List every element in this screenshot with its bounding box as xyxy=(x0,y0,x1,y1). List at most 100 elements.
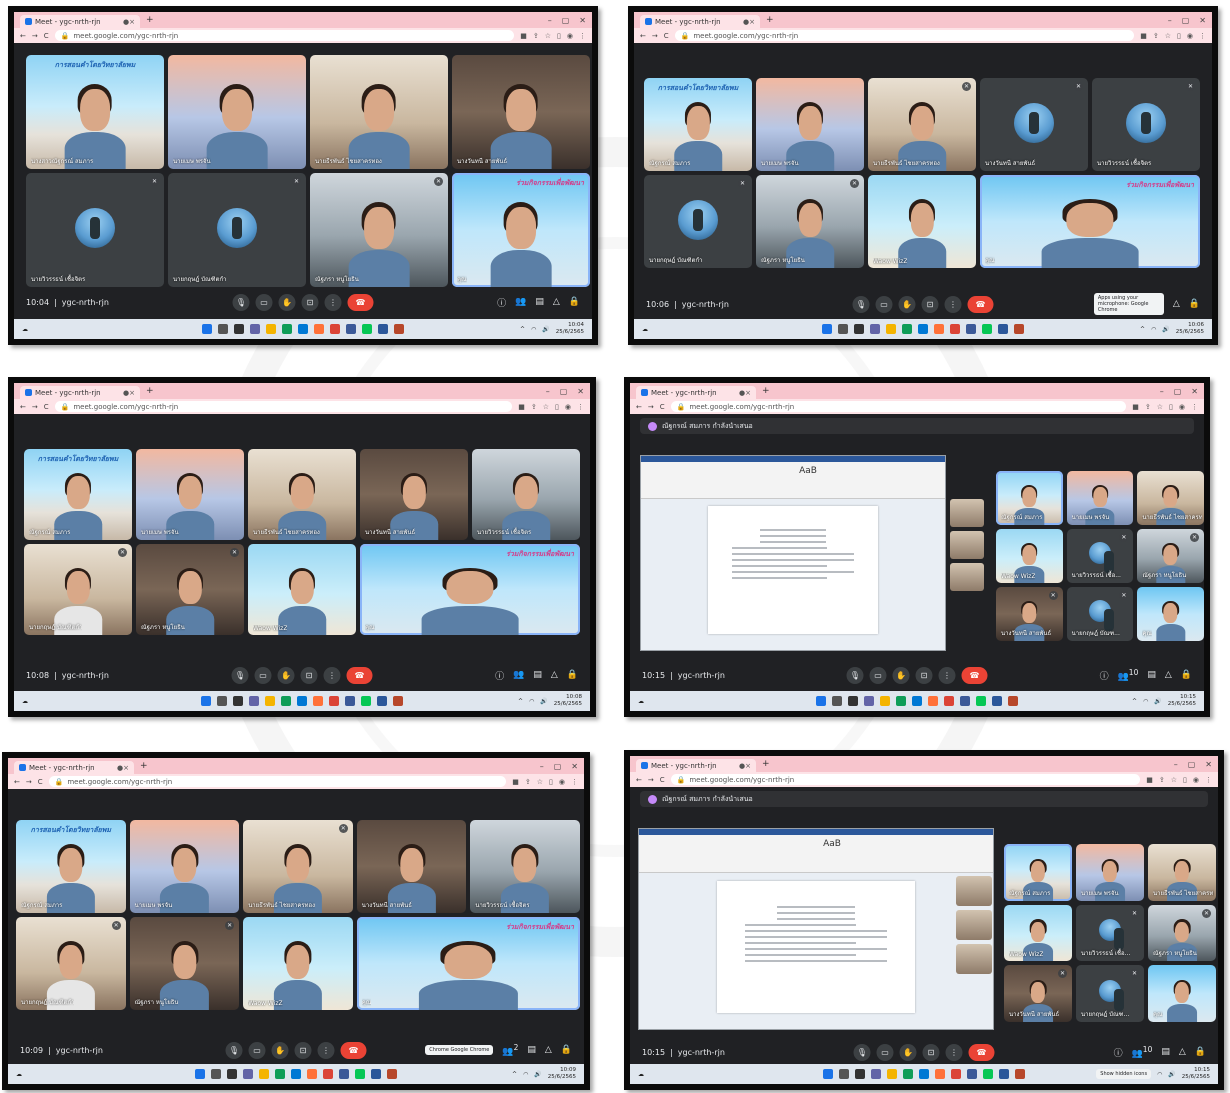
edge-icon[interactable] xyxy=(281,696,291,706)
new-tab-icon[interactable]: + xyxy=(762,759,770,769)
info-icon[interactable]: ⓘ xyxy=(1100,669,1109,682)
people-icon[interactable]: 👥2 xyxy=(502,1043,518,1057)
minimize-icon[interactable]: – xyxy=(1160,387,1164,396)
start-icon[interactable] xyxy=(201,696,211,706)
camera-icon[interactable]: ▭ xyxy=(875,295,893,313)
participant-tile[interactable]: นายธีรพันธ์ ไชยสาครทอง xyxy=(1137,471,1204,525)
host-controls-icon[interactable]: 🔒 xyxy=(561,1045,572,1055)
app-icon[interactable] xyxy=(339,1069,349,1079)
edge-icon[interactable] xyxy=(275,1069,285,1079)
menu-kebab-icon[interactable]: ⋮ xyxy=(1205,776,1212,784)
tab-close-icon[interactable]: ●× xyxy=(123,389,135,397)
store-icon[interactable] xyxy=(918,324,928,334)
more-vert-icon[interactable]: ⋮ xyxy=(323,666,341,684)
close-window-icon[interactable]: ✕ xyxy=(579,16,586,25)
browser-tab[interactable]: Meet - ygc-nrth-rjn ●× xyxy=(636,386,756,399)
microphone-icon[interactable]: 🎙 xyxy=(225,1041,243,1059)
url-field[interactable]: 🔒 meet.google.com/ygc-nrth-rjn xyxy=(670,401,1127,412)
start-icon[interactable] xyxy=(822,324,832,334)
line-icon[interactable] xyxy=(982,324,992,334)
weather-icon[interactable]: ☁ xyxy=(22,698,28,705)
participant-tile[interactable]: นายเมษ พรจัน xyxy=(168,55,306,169)
search-icon[interactable] xyxy=(218,324,228,334)
app-icon[interactable] xyxy=(960,696,970,706)
folder-icon[interactable] xyxy=(259,1069,269,1079)
participant-tile[interactable]: ✕ นายกฤษฎ์ บัณฑ... xyxy=(1066,587,1134,641)
participant-tile[interactable]: ✕ นางวันทนี สายพันธ์ xyxy=(1004,965,1072,1022)
people-icon[interactable]: 👥10 xyxy=(1132,1045,1153,1059)
taskbar-clock[interactable]: 10:06 25/6/2565 xyxy=(1176,322,1204,336)
taskview-icon[interactable] xyxy=(234,324,244,334)
forward-icon[interactable]: → xyxy=(648,403,654,411)
menu-kebab-icon[interactable]: ⋮ xyxy=(1199,32,1206,40)
participant-tile[interactable]: Waow WizZ xyxy=(996,529,1063,583)
participant-tile[interactable]: ✕ ณัฐภรา หนูโยธิน xyxy=(756,175,864,268)
profile-icon[interactable]: ◉ xyxy=(567,32,573,40)
raise-hand-icon[interactable]: ✋ xyxy=(892,666,910,684)
store-icon[interactable] xyxy=(919,1069,929,1079)
start-icon[interactable] xyxy=(823,1069,833,1079)
activities-icon[interactable]: △ xyxy=(1179,1047,1186,1057)
camera-icon[interactable]: ▭ xyxy=(248,1041,266,1059)
url-field[interactable]: 🔒 meet.google.com/ygc-nrth-rjn xyxy=(54,401,513,412)
more-vert-icon[interactable]: ⋮ xyxy=(945,1043,963,1061)
participant-tile[interactable]: ✕ นายธีรพันธ์ ไชยสาครทอง xyxy=(868,78,976,171)
reload-icon[interactable]: C xyxy=(38,778,43,786)
present-screen-icon[interactable]: ⊡ xyxy=(915,666,933,684)
folder-icon[interactable] xyxy=(266,324,276,334)
taskbar-clock[interactable]: 10:04 25/6/2565 xyxy=(556,322,584,336)
participant-tile[interactable]: การสอนคำโดยวิทยาลัยพม ณัฐกรณ์ สมภาร xyxy=(24,449,132,540)
reload-icon[interactable]: C xyxy=(660,403,665,411)
microphone-icon[interactable]: 🎙 xyxy=(231,666,249,684)
volume-icon[interactable]: 🔊 xyxy=(534,1071,541,1078)
tray-chevron-icon[interactable]: ^ xyxy=(520,326,525,333)
bookmark-star-icon[interactable]: ☆ xyxy=(543,403,549,411)
maximize-icon[interactable]: ▢ xyxy=(1174,387,1182,396)
end-call-icon[interactable]: ☎ xyxy=(968,1043,995,1061)
end-call-icon[interactable]: ☎ xyxy=(340,1041,367,1059)
minimize-icon[interactable]: – xyxy=(540,762,544,771)
participant-tile[interactable]: นายธีรพันธ์ ไชยสาครทอง xyxy=(1148,844,1216,901)
info-icon[interactable]: ⓘ xyxy=(497,296,506,309)
chat-icon[interactable]: ▤ xyxy=(1147,670,1156,680)
participant-tile[interactable]: ✕ ณัฐภรา หนูโยธิน xyxy=(129,917,240,1010)
participant-tile[interactable]: นายเมษ พรจัน xyxy=(1066,471,1134,525)
chrome-icon[interactable] xyxy=(329,696,339,706)
host-controls-icon[interactable]: 🔒 xyxy=(1181,670,1192,680)
wifi-icon[interactable]: ◠ xyxy=(523,1071,528,1078)
microphone-icon[interactable]: 🎙 xyxy=(846,666,864,684)
taskview-icon[interactable] xyxy=(848,696,858,706)
teams-icon[interactable] xyxy=(870,324,880,334)
participant-tile[interactable]: ✕ นายกฤษฎ์ บัณฑ... xyxy=(1076,965,1144,1022)
chrome-icon[interactable] xyxy=(330,324,340,334)
folder-icon[interactable] xyxy=(887,1069,897,1079)
participant-tile[interactable]: ✕ นายกฤษฎ์ บัณฑิตกำ xyxy=(168,173,306,287)
chrome-icon[interactable] xyxy=(944,696,954,706)
present-screen-icon[interactable]: ⊡ xyxy=(921,295,939,313)
volume-icon[interactable]: 🔊 xyxy=(540,698,547,705)
participant-tile[interactable]: ✕ นางวันทนี สายพันธ์ xyxy=(980,78,1088,171)
tab-close-icon[interactable]: ●× xyxy=(117,764,129,772)
maximize-icon[interactable]: ▢ xyxy=(560,387,568,396)
taskbar-clock[interactable]: 10:15 25/6/2565 xyxy=(1182,1067,1210,1081)
close-window-icon[interactable]: ✕ xyxy=(1199,16,1206,25)
folder-icon[interactable] xyxy=(886,324,896,334)
edge-icon[interactable] xyxy=(282,324,292,334)
browser-tab[interactable]: Meet - ygc-nrth-rjn ●× xyxy=(14,761,134,774)
people-icon[interactable]: 👥 xyxy=(513,670,524,680)
participant-tile-self[interactable]: ร่วมกิจกรรมเพื่อพัฒนา คุณ xyxy=(980,175,1200,268)
share-icon[interactable]: ⇪ xyxy=(1153,32,1159,40)
edge-icon[interactable] xyxy=(903,1069,913,1079)
search-icon[interactable] xyxy=(211,1069,221,1079)
chrome-icon[interactable] xyxy=(950,324,960,334)
more-vert-icon[interactable]: ⋮ xyxy=(938,666,956,684)
menu-kebab-icon[interactable]: ⋮ xyxy=(1191,403,1198,411)
participant-tile[interactable]: การสอนคำโดยวิทยาลัยพม นางสาวณัฐกรณ์ สมภา… xyxy=(26,55,164,169)
share-icon[interactable]: ⇪ xyxy=(525,778,531,786)
app-icon[interactable] xyxy=(345,696,355,706)
share-icon[interactable]: ⇪ xyxy=(1159,776,1165,784)
chat-icon[interactable]: ▤ xyxy=(535,297,544,307)
minimize-icon[interactable]: – xyxy=(546,387,550,396)
word-icon[interactable] xyxy=(992,696,1002,706)
line-icon[interactable] xyxy=(976,696,986,706)
